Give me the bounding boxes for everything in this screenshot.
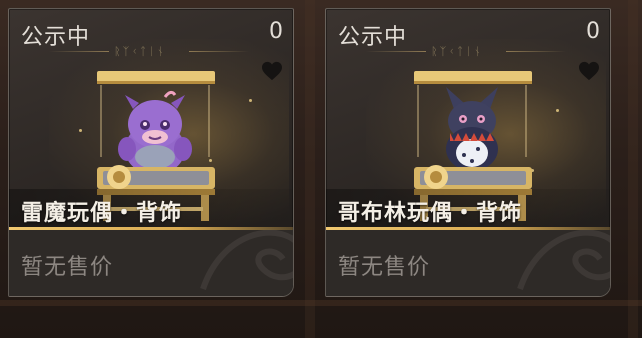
like-count: 0 <box>269 19 283 44</box>
price-label: 暂无售价 <box>338 255 431 280</box>
background-shelf <box>0 300 642 306</box>
background-shelf-post <box>628 0 638 338</box>
status-label: 公示中 <box>21 25 91 50</box>
decorative-swirl <box>200 229 293 290</box>
sparkle <box>556 109 559 112</box>
sparkle <box>249 99 252 102</box>
decorative-swirl <box>517 229 610 290</box>
decorative-line <box>189 51 249 52</box>
item-name: 雷魔玩偶・背饰 <box>21 201 183 226</box>
decorative-line <box>366 51 426 52</box>
like-count: 0 <box>586 19 600 44</box>
heart-icon[interactable] <box>261 61 283 81</box>
sparkle <box>79 129 82 132</box>
decorative-runes: ᚱᛉᚲᛏᛁᚾ <box>114 45 166 58</box>
decorative-line <box>506 51 566 52</box>
background-shelf-post <box>305 0 315 338</box>
price-label: 暂无售价 <box>21 255 114 280</box>
item-card[interactable]: ᚱᛉᚲᛏᛁᚾ 公示中 0 哥布林玩偶・背饰 暂无售价 <box>325 8 611 297</box>
decorative-runes: ᚱᛉᚲᛏᛁᚾ <box>431 45 483 58</box>
item-name: 哥布林玩偶・背饰 <box>338 201 523 226</box>
decorative-line <box>49 51 109 52</box>
heart-icon[interactable] <box>578 61 600 81</box>
item-card[interactable]: ᚱᛉᚲᛏᛁᚾ 公示中 0 雷魔玩偶・背饰 暂无售价 <box>8 8 294 297</box>
status-label: 公示中 <box>338 25 408 50</box>
